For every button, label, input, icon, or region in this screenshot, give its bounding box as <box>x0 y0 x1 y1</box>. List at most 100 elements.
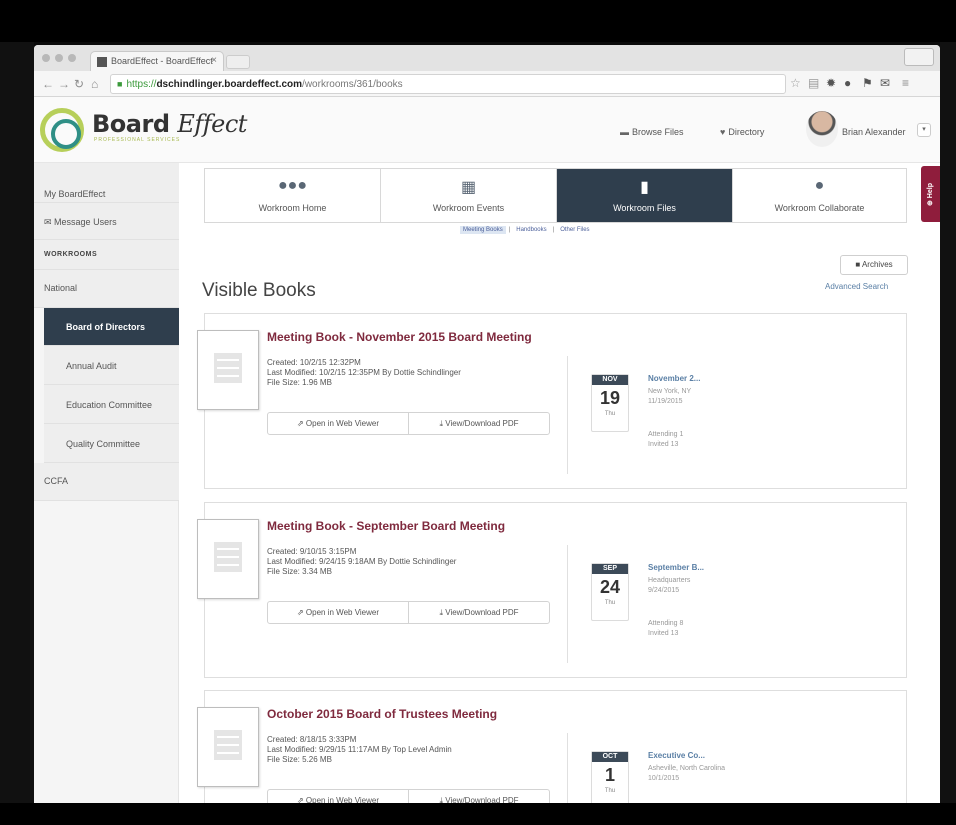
tab-close-icon[interactable]: × <box>211 55 217 66</box>
open-web-viewer-button[interactable]: ⇗ Open in Web Viewer <box>268 790 409 803</box>
sidebar-item-label: Message Users <box>54 217 117 227</box>
browser-tab[interactable]: BoardEffect - BoardEffect × <box>90 51 224 71</box>
event-day: 19 <box>599 388 621 408</box>
sidebar-item-message-users[interactable]: ✉ Message Users <box>34 203 179 240</box>
card-divider <box>567 733 568 803</box>
filter-meeting-books[interactable]: Meeting Books <box>460 226 506 234</box>
tab-workroom-events[interactable]: ▦ Workroom Events <box>381 169 557 222</box>
directory-icon: ♥ <box>720 127 726 137</box>
archives-button[interactable]: ■ Archives <box>840 255 908 275</box>
user-name[interactable]: Brian Alexander <box>842 127 906 137</box>
user-menu-caret-icon[interactable]: ▾ <box>917 123 931 137</box>
event-location: Headquarters <box>648 577 691 584</box>
event-location: Asheville, North Carolina <box>648 765 726 772</box>
help-tab[interactable]: ⊕ Help <box>921 166 940 222</box>
book-size: File Size: 1.96 MB <box>267 378 332 387</box>
logo-wordmark[interactable]: Board Effect <box>92 110 247 138</box>
browse-files-link[interactable]: ▬ Browse Files <box>620 127 684 137</box>
page-title: Visible Books <box>202 280 316 301</box>
new-tab-button[interactable] <box>226 55 250 69</box>
extension-mail-icon[interactable]: ✉ <box>880 76 890 90</box>
book-size: File Size: 3.34 MB <box>267 567 332 576</box>
event-meta: Headquarters 9/24/2015 <box>648 576 690 596</box>
book-modified: Last Modified: 9/29/15 11:17AM By Top Le… <box>267 745 452 754</box>
book-card: Meeting Book - November 2015 Board Meeti… <box>197 313 907 489</box>
avatar[interactable] <box>806 111 838 147</box>
menu-icon[interactable]: ≡ <box>902 76 909 90</box>
sidebar-item-ccfa[interactable]: CCFA <box>34 463 179 501</box>
sidebar-item-national[interactable]: National <box>34 270 179 308</box>
logo-board: Board <box>92 110 170 138</box>
extension-flag-icon[interactable]: ⚑ <box>862 76 873 90</box>
profile-button[interactable] <box>904 48 934 66</box>
book-modified: Last Modified: 9/24/15 9:18AM By Dottie … <box>267 557 457 566</box>
book-thumbnail-icon[interactable] <box>197 707 259 787</box>
event-meta: New York, NY 11/19/2015 <box>648 387 691 407</box>
bottom-letterbox <box>0 803 956 825</box>
book-title[interactable]: Meeting Book - September Board Meeting <box>267 519 505 533</box>
book-actions: ⇗ Open in Web Viewer ⤓ View/Download PDF <box>267 789 550 803</box>
directory-link[interactable]: ♥ Directory <box>720 127 764 137</box>
reader-icon[interactable]: ▤ <box>808 76 819 90</box>
event-title-link[interactable]: Executive Co... <box>648 751 705 760</box>
extension-circle-icon[interactable]: ● <box>844 76 851 90</box>
reload-icon[interactable]: ↻ <box>74 77 84 91</box>
book-title[interactable]: Meeting Book - November 2015 Board Meeti… <box>267 330 532 344</box>
archive-box-icon: ■ <box>855 260 862 269</box>
browse-files-label: Browse Files <box>632 127 684 137</box>
event-title-link[interactable]: November 2... <box>648 374 700 383</box>
close-window-dot[interactable] <box>42 54 50 62</box>
advanced-search-link[interactable]: Advanced Search <box>825 282 888 291</box>
tab-workroom-collaborate[interactable]: ● Workroom Collaborate <box>733 169 906 222</box>
open-web-viewer-button[interactable]: ⇗ Open in Web Viewer <box>268 602 409 623</box>
envelope-icon: ✉ <box>44 217 55 227</box>
filter-other-files[interactable]: Other Files <box>557 226 592 234</box>
forward-icon[interactable]: → <box>58 77 70 91</box>
sidebar-heading-workrooms: WORKROOMS <box>34 240 179 270</box>
tab-title: BoardEffect - BoardEffect <box>111 56 213 66</box>
tab-workroom-files[interactable]: ▮ Workroom Files <box>557 169 733 222</box>
back-icon[interactable]: ← <box>42 77 54 91</box>
event-date: 9/24/2015 <box>648 587 680 594</box>
sidebar-item-board-of-directors[interactable]: Board of Directors <box>44 308 179 346</box>
url-host: dschindlinger.boardeffect.com <box>156 79 303 90</box>
bookmark-star-icon[interactable]: ☆ <box>790 76 801 90</box>
book-thumbnail-icon[interactable] <box>197 330 259 410</box>
sidebar-item-my-boardeffect[interactable]: My BoardEffect <box>34 163 179 203</box>
event-title-link[interactable]: September B... <box>648 563 704 572</box>
file-icon: ▮ <box>640 179 649 196</box>
book-thumbnail-icon[interactable] <box>197 519 259 599</box>
book-meta: Created: 9/10/15 3:15PM Last Modified: 9… <box>267 547 456 577</box>
help-label: ⊕ Help <box>927 183 934 206</box>
boardeffect-logo-icon[interactable] <box>40 108 84 152</box>
download-pdf-button[interactable]: ⤓ View/Download PDF <box>409 413 549 434</box>
external-link-icon: ⇗ <box>296 419 306 428</box>
event-weekday: Thu <box>604 411 616 417</box>
top-letterbox <box>0 0 956 42</box>
book-meta: Created: 10/2/15 12:32PM Last Modified: … <box>267 358 461 388</box>
logo-effect: Effect <box>177 110 247 138</box>
zoom-window-dot[interactable] <box>68 54 76 62</box>
card-divider <box>567 356 568 474</box>
book-size: File Size: 5.26 MB <box>267 755 332 764</box>
download-pdf-button[interactable]: ⤓ View/Download PDF <box>409 790 549 803</box>
open-web-viewer-button[interactable]: ⇗ Open in Web Viewer <box>268 413 409 434</box>
home-icon[interactable]: ⌂ <box>91 77 98 91</box>
sidebar-item-annual-audit[interactable]: Annual Audit <box>44 346 179 385</box>
card-divider <box>567 545 568 663</box>
sidebar-item-quality-committee[interactable]: Quality Committee <box>44 424 179 463</box>
sidebar-item-education-committee[interactable]: Education Committee <box>44 385 179 424</box>
book-actions: ⇗ Open in Web Viewer ⤓ View/Download PDF <box>267 601 550 624</box>
book-title[interactable]: October 2015 Board of Trustees Meeting <box>267 707 497 721</box>
app-header: Board Effect PROFESSIONAL SERVICES ▬ Brow… <box>34 97 940 163</box>
archives-label: Archives <box>861 260 893 269</box>
file-type-filter: Meeting Books | Handbooks | Other Files <box>460 226 593 234</box>
filter-handbooks[interactable]: Handbooks <box>513 226 549 234</box>
download-pdf-button[interactable]: ⤓ View/Download PDF <box>409 602 549 623</box>
external-link-icon: ⇗ <box>296 796 306 803</box>
extension-gear-icon[interactable]: ✹ <box>826 76 836 90</box>
url-field[interactable]: ■ https://dschindlinger.boardeffect.com/w… <box>110 74 786 94</box>
tab-workroom-home[interactable]: ●●● Workroom Home <box>205 169 381 222</box>
event-invited: Invited 13 <box>648 441 679 448</box>
minimize-window-dot[interactable] <box>55 54 63 62</box>
